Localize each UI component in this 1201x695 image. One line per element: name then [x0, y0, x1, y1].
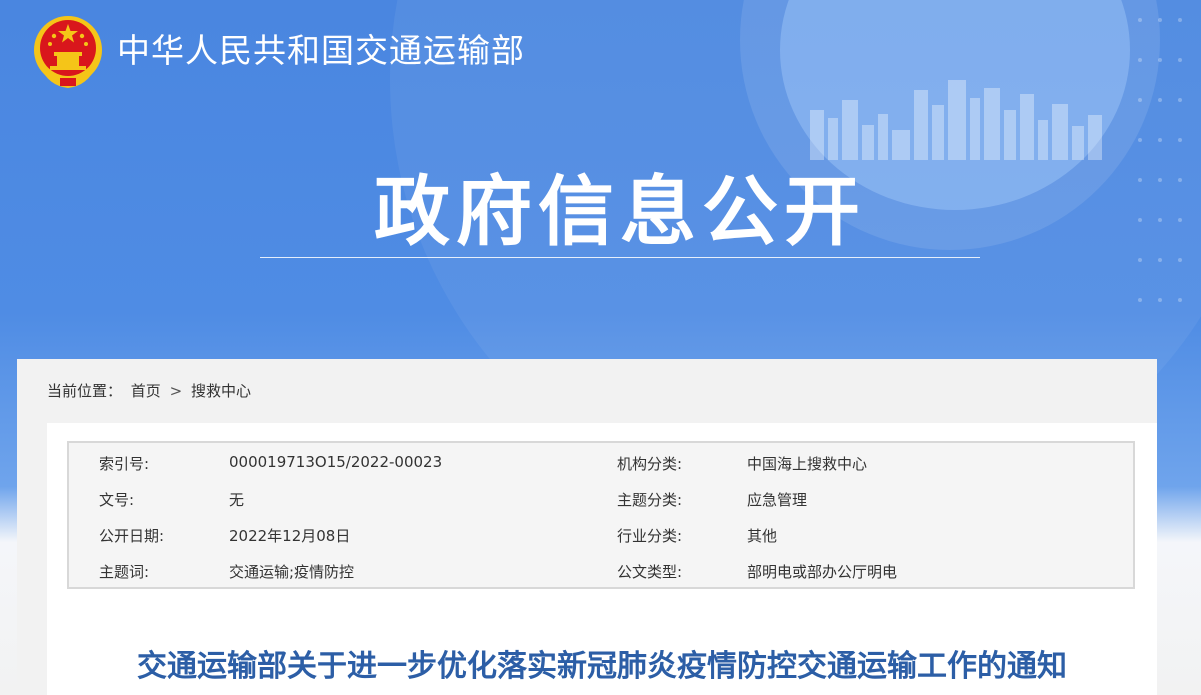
meta-key: 机构分类: — [617, 455, 683, 473]
meta-value: 交通运输;疫情防控 — [229, 563, 355, 581]
metadata-row: 文号: 无 主题分类: 应急管理 — [69, 481, 1133, 517]
meta-value: 其他 — [747, 527, 778, 545]
breadcrumb: 当前位置： 首页 > 搜救中心 — [47, 381, 251, 401]
metadata-row: 公开日期: 2022年12月08日 行业分类: 其他 — [69, 517, 1133, 553]
meta-value: 应急管理 — [747, 491, 808, 509]
breadcrumb-home-link[interactable]: 首页 — [131, 382, 161, 400]
meta-value: 000019713O15/2022-00023 — [229, 453, 443, 471]
hero-divider — [260, 257, 980, 258]
meta-value: 部明电或部办公厅明电 — [747, 563, 898, 581]
content-panel: 当前位置： 首页 > 搜救中心 索引号: 000019713O15/2022-0… — [17, 359, 1157, 695]
meta-key: 索引号: — [99, 455, 150, 473]
decor-dots — [1138, 18, 1182, 302]
meta-value: 2022年12月08日 — [229, 527, 351, 545]
meta-key: 主题分类: — [617, 491, 683, 509]
site-name[interactable]: 中华人民共和国交通运输部 — [117, 29, 525, 73]
meta-key: 公文类型: — [617, 563, 683, 581]
national-emblem-icon[interactable] — [32, 14, 104, 90]
meta-value: 无 — [229, 491, 245, 509]
meta-value: 中国海上搜救中心 — [747, 455, 868, 473]
breadcrumb-current-link[interactable]: 搜救中心 — [191, 382, 251, 400]
page-hero-title: 政府信息公开 — [374, 167, 866, 256]
metadata-table: 索引号: 000019713O15/2022-00023 机构分类: 中国海上搜… — [67, 441, 1135, 589]
document-card: 索引号: 000019713O15/2022-00023 机构分类: 中国海上搜… — [47, 423, 1157, 695]
city-skyline-icon — [810, 80, 1102, 160]
document-title: 交通运输部关于进一步优化落实新冠肺炎疫情防控交通运输工作的通知 — [137, 649, 1067, 684]
metadata-row: 主题词: 交通运输;疫情防控 公文类型: 部明电或部办公厅明电 — [69, 553, 1133, 589]
meta-key: 主题词: — [99, 563, 150, 581]
meta-key: 文号: — [99, 491, 135, 509]
metadata-row: 索引号: 000019713O15/2022-00023 机构分类: 中国海上搜… — [69, 445, 1133, 481]
breadcrumb-separator: > — [169, 382, 183, 400]
meta-key: 公开日期: — [99, 527, 165, 545]
meta-key: 行业分类: — [617, 527, 683, 545]
breadcrumb-label: 当前位置： — [47, 382, 123, 400]
